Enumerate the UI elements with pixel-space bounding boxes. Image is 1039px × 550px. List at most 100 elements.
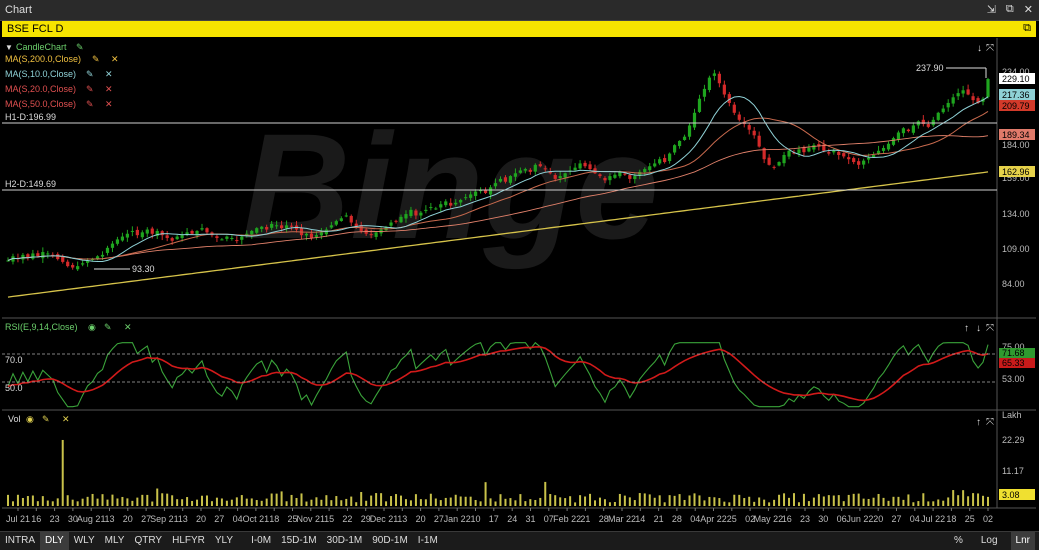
legend-vol[interactable]: Vol — [8, 414, 21, 424]
legend-ma200[interactable]: MA(S,200.0,Close) — [5, 54, 81, 64]
candle-body — [424, 209, 428, 212]
volume-bar — [424, 499, 427, 506]
candle-body — [498, 178, 503, 182]
volume-bar — [360, 492, 363, 506]
volume-bar — [892, 496, 895, 506]
candle-body — [314, 235, 319, 237]
volume-bar — [315, 497, 318, 506]
legend-ma10[interactable]: MA(S,10.0,Close) — [5, 69, 76, 79]
eye-icon[interactable]: ◉ — [88, 322, 96, 332]
range-15d-1m[interactable]: 15D-1M — [276, 532, 322, 550]
range-i-1m[interactable]: I-1M — [413, 532, 443, 550]
candle-body — [862, 160, 866, 165]
x-axis-label: 28 — [672, 514, 682, 524]
candle-body — [389, 222, 393, 226]
chart-svg[interactable]: Binge H1-D:196.99 H2-D:149.69 ▼ CandleCh… — [2, 38, 1036, 528]
candle-body — [896, 132, 901, 140]
close-window-icon[interactable]: ✕ — [1024, 3, 1033, 16]
volume-bar — [569, 496, 572, 506]
volume-bar — [240, 495, 243, 506]
chart-area[interactable]: Binge H1-D:196.99 H2-D:149.69 ▼ CandleCh… — [2, 38, 1036, 528]
candle-body — [583, 162, 587, 167]
x-axis-label: Dec 21 — [370, 514, 399, 524]
edit-pencil-icon[interactable]: ✎ — [86, 84, 94, 94]
range-30d-1m[interactable]: 30D-1M — [322, 532, 368, 550]
move-down-icon[interactable]: ↓ — [977, 43, 982, 54]
eye-icon[interactable]: ◉ — [26, 414, 34, 424]
remove-icon[interactable]: ✕ — [62, 414, 70, 424]
volume-bar — [385, 501, 388, 506]
candle-body — [334, 221, 338, 225]
restore-window-icon[interactable]: ⧉ — [1006, 3, 1014, 16]
edit-pencil-icon[interactable]: ✎ — [104, 322, 112, 332]
timeframe-qtry[interactable]: QTRY — [129, 532, 167, 550]
legend-candle[interactable]: CandleChart — [16, 42, 67, 52]
linear-scale-button[interactable]: Lnr — [1010, 532, 1035, 550]
edit-pencil-icon[interactable]: ✎ — [42, 414, 50, 424]
collapse-icon[interactable]: ▼ — [5, 43, 13, 52]
timeframe-intra[interactable]: INTRA — [0, 532, 40, 550]
candle-body — [573, 167, 577, 171]
legend-rsi[interactable]: RSI(E,9,14,Close) — [5, 322, 78, 332]
timeframe-wly[interactable]: WLY — [69, 532, 100, 550]
x-axis-label: 14 — [635, 514, 645, 524]
log-scale-button[interactable]: Log — [976, 532, 1003, 550]
candle-body — [31, 253, 35, 259]
move-up-icon[interactable]: ↑ — [976, 417, 981, 428]
range-90d-1m[interactable]: 90D-1M — [367, 532, 413, 550]
volume-bar — [499, 494, 502, 506]
maximize-panel-icon[interactable]: ⤧ — [986, 417, 994, 428]
remove-icon[interactable]: ✕ — [124, 322, 132, 332]
remove-icon[interactable]: ✕ — [111, 54, 119, 64]
volume-bar — [111, 494, 114, 506]
candle-body — [847, 157, 851, 160]
candle-body — [200, 228, 204, 230]
volume-bar — [514, 500, 517, 506]
candle-body — [36, 253, 40, 257]
volume-bar — [559, 497, 562, 506]
float-window-icon[interactable]: ⇲ — [987, 3, 996, 16]
remove-icon[interactable]: ✕ — [105, 99, 113, 109]
move-down-icon[interactable]: ↓ — [976, 323, 981, 334]
edit-pencil-icon[interactable]: ✎ — [86, 99, 94, 109]
restore-chart-icon[interactable]: ⧉ — [1023, 22, 1031, 35]
timeframe-yly[interactable]: YLY — [210, 532, 238, 550]
timeframe-dly[interactable]: DLY — [40, 532, 69, 550]
maximize-panel-icon[interactable]: ⤧ — [986, 43, 994, 54]
candle-body — [643, 169, 647, 173]
move-up-icon[interactable]: ↑ — [964, 323, 969, 334]
edit-pencil-icon[interactable]: ✎ — [92, 54, 100, 64]
volume-bar — [882, 497, 885, 506]
candle-body — [170, 238, 174, 241]
volume-bar — [225, 500, 228, 506]
volume-bar — [574, 502, 577, 506]
legend-ma20[interactable]: MA(S,20.0,Close) — [5, 84, 76, 94]
volume-bar — [678, 494, 681, 506]
candle-body — [752, 130, 756, 136]
volume-bar — [962, 490, 965, 506]
legend-ma50[interactable]: MA(S,50.0,Close) — [5, 99, 76, 109]
candle-body — [404, 214, 408, 219]
candle-body — [399, 216, 403, 223]
rsi-level-70-label: 70.0 — [5, 355, 23, 365]
volume-bar — [166, 493, 169, 506]
percent-scale-button[interactable]: % — [949, 532, 968, 550]
candle-body — [946, 102, 950, 108]
maximize-panel-icon[interactable]: ⤧ — [986, 323, 994, 334]
timeframe-mly[interactable]: MLY — [100, 532, 130, 550]
remove-icon[interactable]: ✕ — [105, 84, 113, 94]
range-i-0m[interactable]: I-0M — [246, 532, 276, 550]
volume-bar — [116, 498, 119, 506]
remove-icon[interactable]: ✕ — [105, 69, 113, 79]
volume-bar — [489, 498, 492, 506]
timeframe-hlfyr[interactable]: HLFYR — [167, 532, 210, 550]
volume-bar — [907, 494, 910, 506]
edit-pencil-icon[interactable]: ✎ — [86, 69, 94, 79]
x-axis-label: 10 — [470, 514, 480, 524]
volume-bar — [330, 500, 333, 506]
candle-body — [76, 266, 80, 270]
edit-pencil-icon[interactable]: ✎ — [76, 42, 84, 52]
candle-body — [653, 163, 657, 167]
volume-bar — [887, 500, 890, 506]
volume-bar — [61, 439, 64, 506]
